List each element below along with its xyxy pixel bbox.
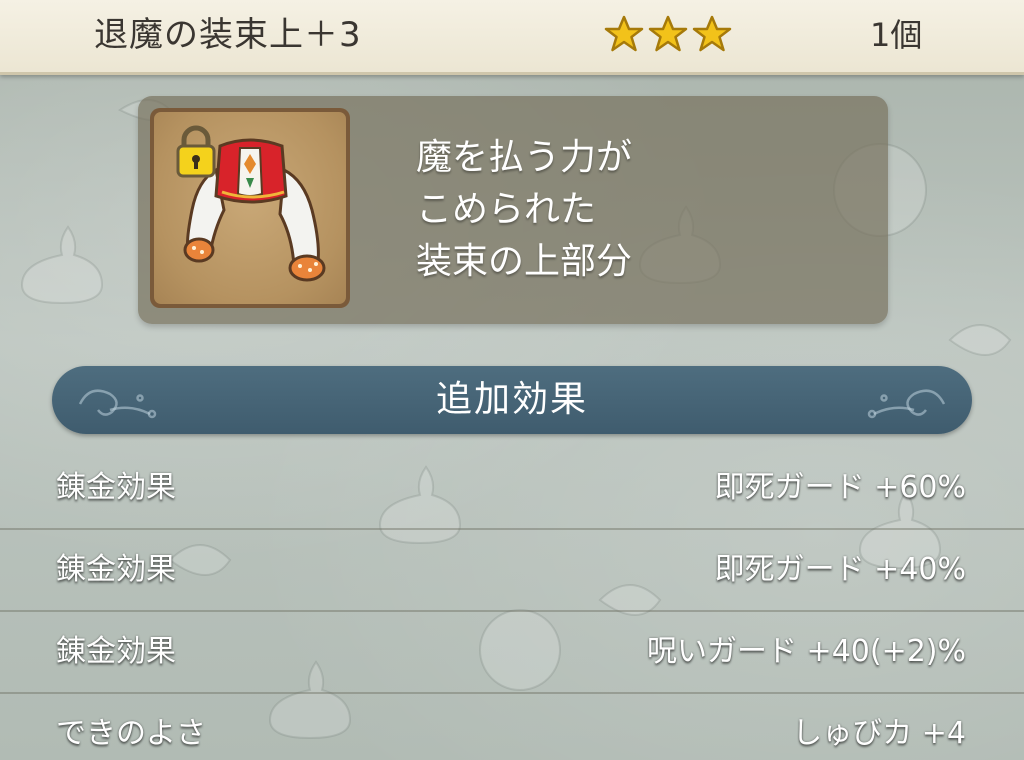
rarity-stars [604,14,732,54]
item-icon-background [154,112,346,304]
effect-row: 錬金効果 即死ガード +40% [0,530,1024,612]
effect-value: 即死ガード +60% [714,470,966,505]
additional-effects-banner: 追加効果 [52,366,972,434]
item-name: 退魔の装束上＋3 [94,15,362,55]
description-line: 魔を払う力が [416,137,633,178]
effect-value: しゅびカ +4 [792,716,966,751]
effect-row: 錬金効果 即死ガード +60% [0,448,1024,530]
effect-label: できのよさ [56,716,206,751]
robe-top-icon [176,125,326,282]
description-line: こめられた [416,189,597,230]
section-title: 追加効果 [435,379,588,420]
star-icon [604,15,644,52]
effect-value: 即死ガード +40% [714,552,966,587]
padlock-icon [176,125,216,178]
effects-list: 錬金効果 即死ガード +60% 錬金効果 即死ガード +40% 錬金効果 呪いガ… [0,448,1024,760]
effect-label: 錬金効果 [56,634,176,669]
effect-row: 錬金効果 呪いガード +40(+2)% [0,612,1024,694]
star-icon [692,15,732,52]
effect-row: できのよさ しゅびカ +4 [0,694,1024,760]
item-info-card: 魔を払う力が こめられた 装束の上部分 [138,96,888,324]
item-icon-frame[interactable] [150,108,350,308]
description-line: 装束の上部分 [416,241,633,282]
effect-label: 錬金効果 [56,552,176,587]
flourish-ornament-icon [867,389,946,419]
effect-value: 呪いガード +40(+2)% [647,634,966,669]
item-header: 退魔の装束上＋3 1個 [0,0,1024,75]
item-description: 魔を払う力が こめられた 装束の上部分 [416,132,856,288]
effect-label: 錬金効果 [56,470,176,505]
item-quantity: 1個 [870,16,923,54]
star-icon [648,15,688,52]
